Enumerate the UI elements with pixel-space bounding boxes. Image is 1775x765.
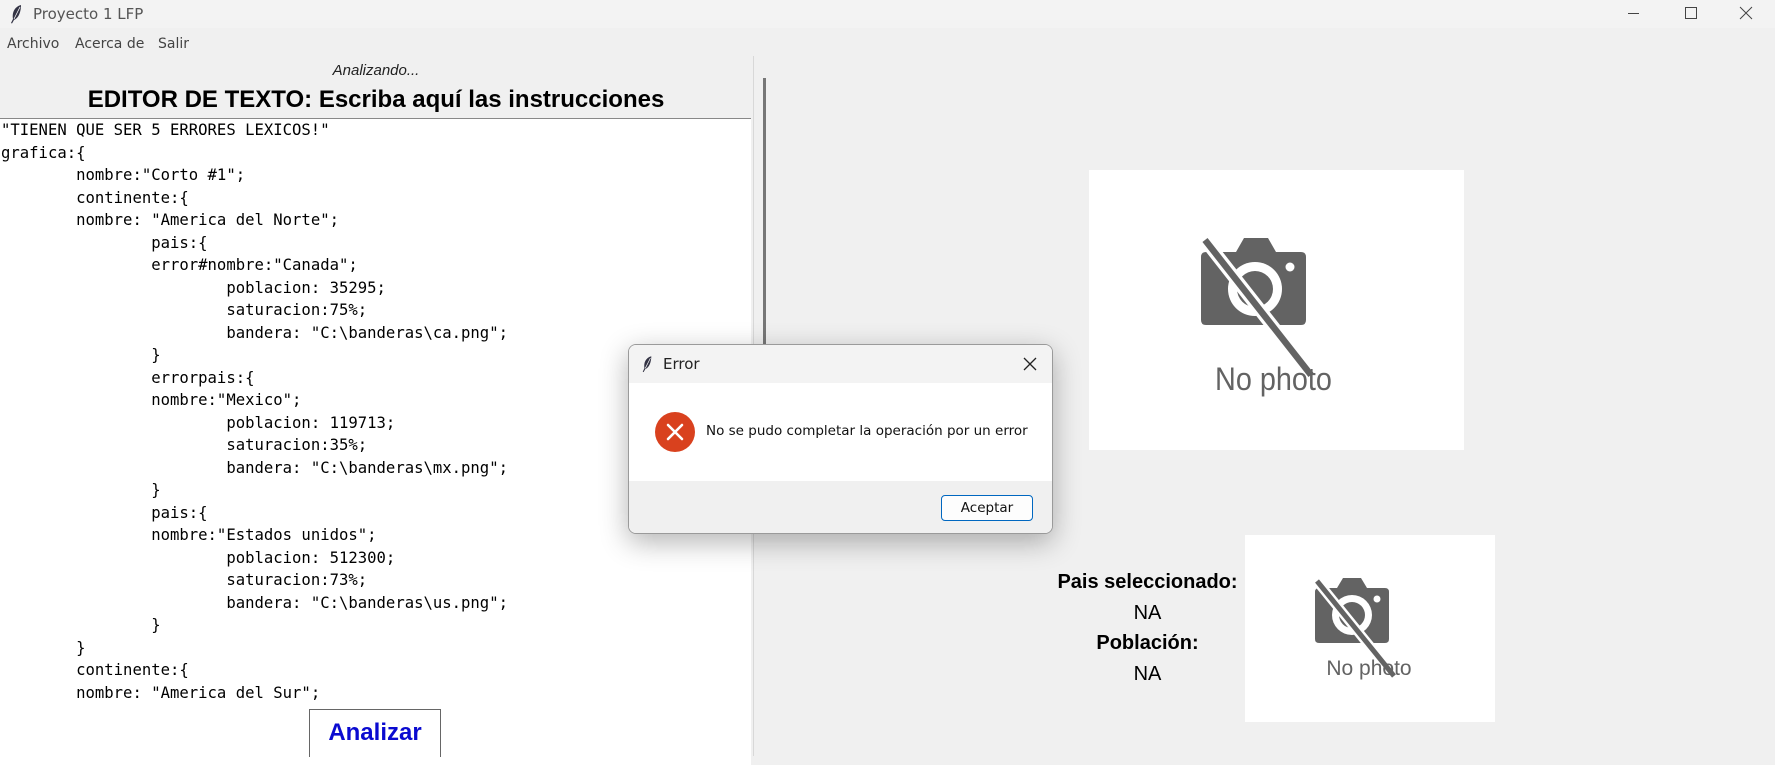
no-photo-label-bottom: No photo <box>1326 657 1411 680</box>
close-icon[interactable] <box>1020 354 1040 374</box>
code-line: } <box>1 638 86 657</box>
pais-value: NA <box>1133 602 1162 624</box>
code-line: poblacion: 512300; <box>1 548 396 567</box>
close-button[interactable] <box>1717 0 1775 28</box>
window-title: Proyecto 1 LFP <box>33 5 144 23</box>
maximize-icon <box>1685 7 1697 19</box>
pais-label: Pais seleccionado: <box>1057 571 1238 593</box>
no-photo-label-top: No photo <box>1215 362 1332 398</box>
code-line: poblacion: 35295; <box>1 278 386 297</box>
feather-icon <box>642 356 652 373</box>
feather-icon <box>11 5 21 24</box>
menu-bar: Archivo Acerca de Salir <box>0 31 1775 55</box>
menu-archivo[interactable]: Archivo <box>7 36 59 52</box>
code-line: } <box>1 616 161 634</box>
status-label: Analizando... <box>332 62 420 79</box>
minimize-icon <box>1628 13 1639 14</box>
dialog-body: No se pudo completar la operación por un… <box>629 383 1052 481</box>
menu-salir[interactable]: Salir <box>158 36 189 52</box>
title-bar: Proyecto 1 LFP <box>0 0 1775 28</box>
dialog-message: No se pudo completar la operación por un… <box>706 423 1028 439</box>
flag-image: No photo <box>1245 535 1495 722</box>
code-line: saturacion:73%; <box>1 571 368 589</box>
code-line: nombre: "America del Sur"; <box>1 683 321 702</box>
poblacion-label: Población: <box>1096 632 1199 654</box>
graph-image: No photo <box>1089 170 1464 450</box>
scrollbar[interactable] <box>763 78 766 348</box>
analyze-button[interactable]: Analizar <box>309 709 441 757</box>
code-line: "TIENEN QUE SER 5 ERRORES LEXICOS!" <box>1 121 330 139</box>
code-line: pais:{ <box>1 233 208 252</box>
code-line: bandera: "C:\banderas\ca.png"; <box>1 323 508 342</box>
code-line: continente:{ <box>1 188 189 207</box>
code-line: continente:{ <box>1 661 189 679</box>
minimize-button[interactable] <box>1604 0 1662 28</box>
error-dialog: Error No se pudo completar la operación … <box>628 344 1053 534</box>
dialog-title-bar: Error <box>629 345 1052 383</box>
code-line: grafica:{ <box>1 143 86 162</box>
poblacion-value: NA <box>1133 663 1162 685</box>
menu-acerca-de[interactable]: Acerca de <box>75 36 144 52</box>
dialog-title: Error <box>663 355 700 373</box>
code-line: saturacion:75%; <box>1 301 368 319</box>
maximize-button[interactable] <box>1662 0 1720 28</box>
editor-title: EDITOR DE TEXTO: Escriba aquí las instru… <box>87 86 665 113</box>
code-line: nombre: "America del Norte"; <box>1 211 339 229</box>
no-photo-icon: No photo <box>1199 235 1332 398</box>
aceptar-button[interactable]: Aceptar <box>941 495 1033 521</box>
dialog-footer: Aceptar <box>629 481 1052 533</box>
error-icon <box>655 412 695 452</box>
close-icon <box>1739 6 1753 20</box>
code-line: error#nombre:"Canada"; <box>1 256 358 274</box>
no-photo-icon: No photo <box>1313 577 1412 680</box>
code-line: nombre:"Corto #1"; <box>1 166 246 184</box>
code-line: bandera: "C:\banderas\us.png"; <box>1 593 508 612</box>
